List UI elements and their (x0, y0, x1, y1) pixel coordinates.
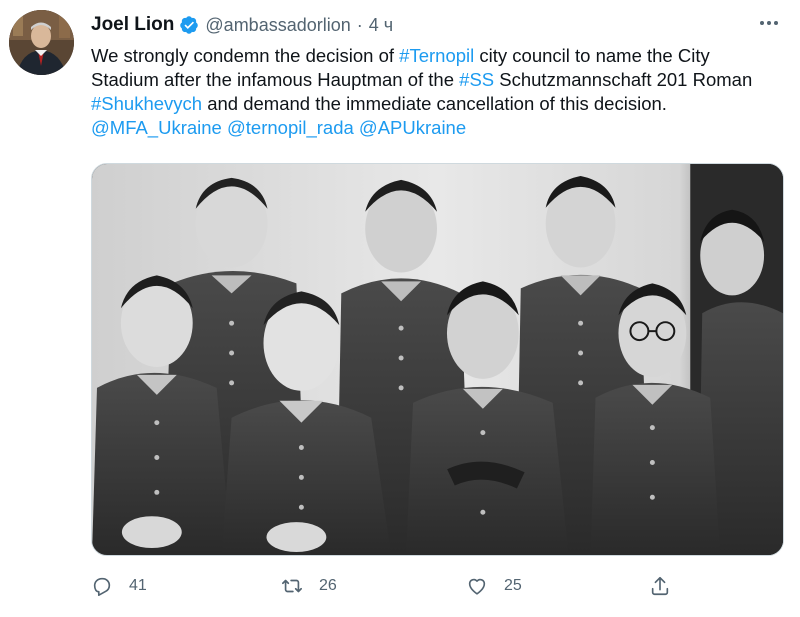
tweet-text: We strongly condemn the decision of #Ter… (91, 44, 781, 140)
text-segment: and demand the immediate cancellation of… (202, 93, 667, 114)
mention-apukraine[interactable]: @APUkraine (359, 117, 466, 138)
handle[interactable]: @ambassadorlion (205, 15, 350, 36)
retweet-icon (282, 579, 302, 593)
reply-button[interactable]: 41 (91, 572, 147, 600)
hashtag-ternopil[interactable]: #Ternopil (399, 45, 474, 66)
text-segment: Schutzmannschaft 201 Roman (494, 69, 753, 90)
hashtag-shukhevych[interactable]: #Shukhevych (91, 93, 202, 114)
reply-count: 41 (129, 577, 147, 594)
separator-dot: · (356, 14, 363, 35)
like-button[interactable]: 25 (466, 572, 522, 600)
verified-badge-icon (180, 16, 199, 34)
photo-image (92, 164, 783, 555)
tweet-actions: 41 26 25 (91, 572, 691, 600)
mention-mfa-ukraine[interactable]: @MFA_Ukraine (91, 117, 222, 138)
tweet-header: Joel Lion @ambassadorlion · 4 ч (91, 12, 393, 38)
retweet-button[interactable]: 26 (281, 572, 337, 600)
share-icon (651, 576, 669, 596)
like-count: 25 (504, 577, 522, 594)
display-name[interactable]: Joel Lion (91, 14, 174, 36)
mention-ternopil-rada[interactable]: @ternopil_rada (227, 117, 354, 138)
share-button[interactable] (649, 572, 671, 600)
more-options-icon[interactable] (760, 18, 784, 28)
hashtag-ss[interactable]: #SS (459, 69, 494, 90)
text-segment: We strongly condemn the decision of (91, 45, 400, 66)
timestamp[interactable]: 4 ч (369, 15, 393, 36)
tweet[interactable]: Joel Lion @ambassadorlion · 4 ч We stron… (0, 0, 800, 617)
reply-icon (93, 577, 111, 596)
retweet-count: 26 (319, 577, 337, 594)
tweet-media-photo[interactable] (91, 163, 784, 556)
avatar[interactable] (9, 10, 74, 75)
avatar-image (9, 10, 74, 75)
heart-icon (468, 578, 486, 595)
